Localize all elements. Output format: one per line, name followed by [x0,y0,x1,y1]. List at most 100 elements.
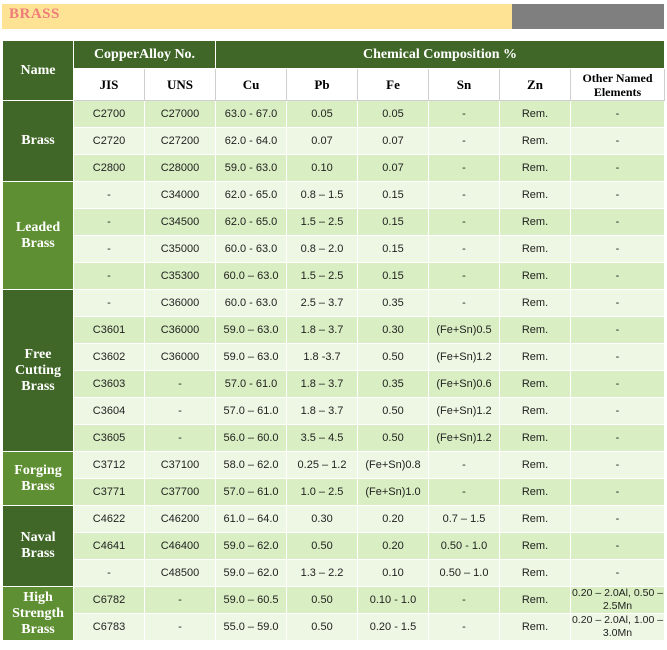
cell-fe: 0.50 [357,424,429,452]
cell-jis: C4641 [73,532,145,560]
cell-sn: - [428,154,500,182]
cell-jis: C3604 [73,397,145,425]
cell-pb: 0.30 [286,505,358,533]
cell-cu: 56.0 – 60.0 [215,424,287,452]
header-pb: Pb [286,68,358,101]
cell-sn: (Fe+Sn)0.5 [428,316,500,344]
cell-sn: 0.50 – 1.0 [428,559,500,587]
cell-fe: 0.15 [357,235,429,263]
cell-uns: C37700 [144,478,216,506]
table-row: C3603-57.0 - 61.0 1.8 – 3.7 0.35 (Fe+Sn)0.6… [3,370,666,398]
cell-pb: 0.10 [286,154,358,182]
cell-jis: C2800 [73,154,145,182]
cell-cu: 63.0 - 67.0 [215,100,287,128]
cell-zn: Rem. [499,316,571,344]
cell-jis: C6783 [73,613,145,641]
cell-cu: 59.0 – 62.0 [215,532,287,560]
cell-other: - [569,235,666,263]
cell-sn: - [428,181,500,209]
table-row: Leaded Brass - C34000 62.0 - 65.0 0.8 – 1.5 0… [2,181,666,290]
group-name: Leaded Brass [2,181,74,290]
cell-other: - [569,559,666,587]
cell-fe: 0.20 [357,532,429,560]
cell-other: 0.20 – 2.0Al, 0.50 – 2.5Mn [569,586,666,614]
header-cu: Cu [215,68,287,101]
table-row: - C35000 60.0 - 63.0 0.8 – 2.0 0.15- Rem. - [3,235,666,263]
cell-pb: 0.8 – 2.0 [286,235,358,263]
header-other-elements: Other Named Elements [569,68,666,101]
cell-jis: C3605 [73,424,145,452]
cell-other: - [569,505,666,533]
table-row: C2800 C28000 59.0 - 63.0 0.10 0.07- Rem. - [3,154,666,182]
cell-zn: Rem. [499,424,571,452]
cell-uns: - [144,424,216,452]
group-name: Naval Brass [2,505,74,587]
cell-jis: - [73,181,145,209]
brass-composition-table: Name CopperAlloy No. Chemical Compositio… [2,40,666,641]
cell-uns: C34500 [144,208,216,236]
cell-zn: Rem. [499,451,571,479]
cell-other: - [569,370,666,398]
cell-fe: 0.20 - 1.5 [357,613,429,641]
cell-cu: 57.0 - 61.0 [215,370,287,398]
cell-uns: C35000 [144,235,216,263]
cell-zn: Rem. [499,478,571,506]
cell-sn: - [428,451,500,479]
cell-other: - [569,127,666,155]
cell-jis: C4622 [73,505,145,533]
cell-sn: - [428,100,500,128]
cell-uns: C28000 [144,154,216,182]
cell-cu: 61.0 – 64.0 [215,505,287,533]
cell-jis: - [73,208,145,236]
cell-fe: (Fe+Sn)0.8 [357,451,429,479]
header-uns: UNS [144,68,216,101]
header-alloy-no: CopperAlloy No. [73,40,216,69]
cell-zn: Rem. [499,100,571,128]
cell-uns: C36000 [144,316,216,344]
cell-sn: - [428,208,500,236]
cell-other: - [569,289,666,317]
cell-sn: (Fe+Sn)1.2 [428,424,500,452]
cell-sn: 0.7 – 1.5 [428,505,500,533]
cell-jis: C2700 [73,100,145,128]
group-name: Free Cutting Brass [2,289,74,452]
group-name: Brass [2,100,74,182]
page-title: BRASS [9,6,60,22]
cell-cu: 60.0 - 63.0 [215,289,287,317]
cell-jis: - [73,235,145,263]
header-jis: JIS [73,68,145,101]
cell-other: - [569,262,666,290]
table-row: C3601 C36000 59.0 – 63.0 1.8 – 3.7 0.30 (Fe+S… [3,316,666,344]
cell-sn: - [428,586,500,614]
header-fe: Fe [357,68,429,101]
cell-zn: Rem. [499,127,571,155]
cell-sn: - [428,289,500,317]
cell-fe: 0.05 [357,100,429,128]
title-bar: BRASS [0,0,667,31]
cell-pb: 1.8 – 3.7 [286,397,358,425]
cell-fe: 0.30 [357,316,429,344]
cell-pb: 1.8 – 3.7 [286,370,358,398]
cell-cu: 59.0 – 62.0 [215,559,287,587]
cell-pb: 0.07 [286,127,358,155]
cell-zn: Rem. [499,559,571,587]
cell-fe: (Fe+Sn)1.0 [357,478,429,506]
cell-other: - [569,424,666,452]
cell-uns: C37100 [144,451,216,479]
table-row: Forging Brass C3712 C37100 58.0 – 62.0 0.25 … [2,451,666,506]
table-row: C3771 C37700 57.0 – 61.0 1.0 – 2.5 (Fe+Sn)1.… [3,478,666,506]
cell-other: - [569,478,666,506]
table-row: C3605-56.0 – 60.0 3.5 – 4.5 0.50 (Fe+Sn)1.2… [3,424,666,452]
cell-pb: 2.5 – 3.7 [286,289,358,317]
cell-pb: 0.25 – 1.2 [286,451,358,479]
cell-pb: 1.5 – 2.5 [286,208,358,236]
cell-zn: Rem. [499,397,571,425]
table-row: Naval Brass C4622 C46200 61.0 – 64.0 0.30 0.2… [2,505,666,587]
cell-sn: - [428,262,500,290]
cell-pb: 0.8 – 1.5 [286,181,358,209]
header-name: Name [2,40,74,101]
cell-pb: 1.5 – 2.5 [286,262,358,290]
cell-uns: - [144,397,216,425]
cell-jis: C3601 [73,316,145,344]
cell-zn: Rem. [499,532,571,560]
